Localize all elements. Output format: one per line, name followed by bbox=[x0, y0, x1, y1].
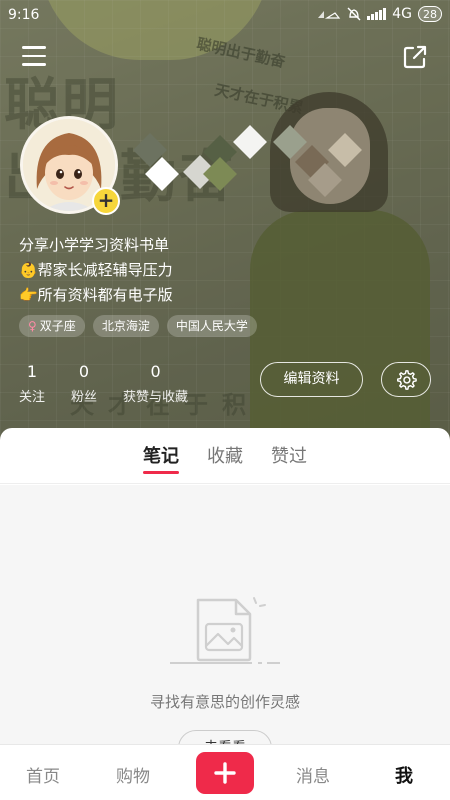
tab-notes[interactable]: 笔记 bbox=[143, 442, 179, 474]
stat-following-label: 关注 bbox=[19, 390, 46, 405]
tab-liked[interactable]: 赞过 bbox=[271, 442, 307, 472]
stat-likes-count: 0 bbox=[150, 362, 161, 381]
nav-me[interactable]: 我 bbox=[395, 762, 413, 788]
tag-zodiac[interactable]: ♀ 双子座 bbox=[19, 315, 85, 337]
nav-shop[interactable]: 购物 bbox=[116, 762, 150, 787]
publish-button[interactable] bbox=[196, 752, 254, 794]
nav-home[interactable]: 首页 bbox=[26, 762, 60, 787]
profile-bio: 分享小学学习资料书单 👶帮家长减轻辅导压力 👉所有资料都有电子版 bbox=[19, 233, 173, 308]
stat-followers-label: 粉丝 bbox=[71, 390, 98, 405]
empty-state: 寻找有意思的创作灵感 去看看 bbox=[0, 485, 450, 766]
settings-button[interactable] bbox=[381, 362, 431, 397]
network-type: 4G bbox=[392, 6, 412, 22]
profile-stats: 1 关注 0 粉丝 0 获赞与收藏 bbox=[19, 362, 214, 405]
stat-followers-count: 0 bbox=[78, 362, 90, 381]
female-icon: ♀ bbox=[28, 319, 37, 333]
gear-icon bbox=[397, 369, 417, 390]
image-document-icon bbox=[170, 597, 280, 664]
username-mosaic bbox=[128, 120, 368, 200]
status-time: 9:16 bbox=[8, 7, 40, 23]
signal-wifi-icon bbox=[318, 11, 341, 19]
tag-location[interactable]: 北京海淀 bbox=[92, 315, 159, 337]
avatar-add-button[interactable]: + bbox=[92, 187, 120, 215]
bio-line: 分享小学学习资料书单 bbox=[19, 236, 170, 254]
profile-tags: ♀ 双子座 北京海淀 中国人民大学 bbox=[19, 315, 257, 337]
stat-following-count: 1 bbox=[26, 362, 38, 381]
battery-indicator: 28 bbox=[418, 6, 442, 22]
tab-collections[interactable]: 收藏 bbox=[207, 442, 243, 472]
bio-line: 👉所有资料都有电子版 bbox=[19, 286, 173, 304]
hamburger-menu-icon[interactable] bbox=[22, 46, 46, 66]
edit-profile-button[interactable]: 编辑资料 bbox=[260, 362, 363, 397]
bottom-nav: 首页 购物 消息 我 bbox=[0, 744, 450, 800]
profile-tabs: 笔记 收藏 赞过 bbox=[0, 428, 450, 484]
stat-likes-label: 获赞与收藏 bbox=[123, 390, 189, 405]
share-export-icon[interactable] bbox=[402, 44, 428, 70]
nav-messages[interactable]: 消息 bbox=[296, 762, 330, 787]
status-bar: 9:16 4G 28 bbox=[0, 0, 450, 32]
stat-likes[interactable]: 0 获赞与收藏 bbox=[123, 362, 188, 405]
bio-line: 👶帮家长减轻辅导压力 bbox=[19, 261, 173, 279]
stat-followers[interactable]: 0 粉丝 bbox=[71, 362, 97, 405]
plus-icon bbox=[214, 762, 236, 784]
stat-following[interactable]: 1 关注 bbox=[19, 362, 45, 405]
cellular-signal-icon bbox=[367, 8, 387, 20]
tag-school[interactable]: 中国人民大学 bbox=[166, 315, 257, 337]
empty-state-message: 寻找有意思的创作灵感 bbox=[149, 693, 300, 711]
bell-off-icon bbox=[347, 7, 361, 21]
notes-panel: 笔记 收藏 赞过 寻找有意思的创作灵感 去看看 bbox=[0, 428, 450, 766]
